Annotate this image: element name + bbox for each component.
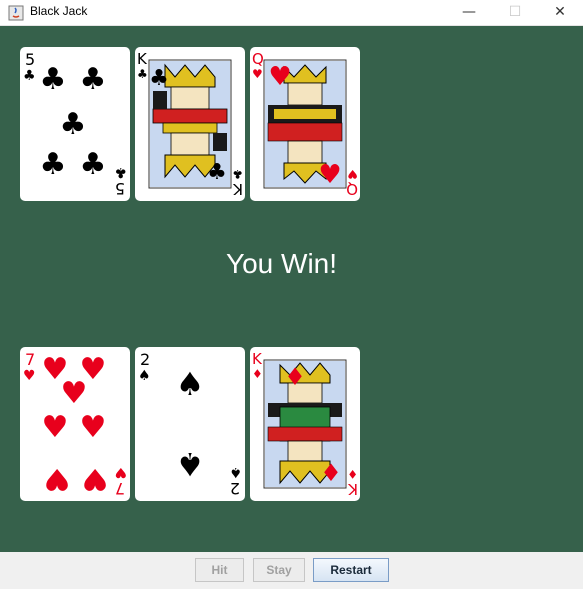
close-button[interactable]: ✕ — [537, 0, 583, 26]
club-icon: ♣ — [137, 67, 148, 81]
card-rank: 5 — [25, 50, 35, 69]
minimize-button[interactable]: — — [446, 0, 492, 26]
player-card-1: 7 ♥ ♥ ♥ ♥ ♥ ♥ ♥ ♥ 7 ♥ — [20, 347, 130, 501]
heart-icon: ♥ — [80, 410, 107, 445]
card-rank: K — [347, 480, 358, 498]
card-rank: 2 — [230, 479, 240, 498]
dealer-card-2: K ♣ ♣ ♣ K ♣ — [135, 47, 245, 201]
club-icon: ♣ — [114, 164, 127, 180]
spade-icon: ♠ — [138, 368, 151, 384]
card-rank: K — [137, 50, 148, 68]
club-icon: ♣ — [80, 147, 107, 182]
dealer-card-3: Q ♥ ♥ ♥ Q ♥ — [250, 47, 360, 201]
card-rank: K — [232, 180, 243, 198]
card-rank: 7 — [115, 479, 125, 498]
spade-icon: ♠ — [229, 464, 242, 480]
heart-icon: ♥ — [82, 461, 109, 496]
heart-icon: ♥ — [114, 464, 127, 480]
diamond-icon: ♦ — [347, 467, 358, 481]
heart-icon: ♥ — [252, 67, 263, 81]
game-result-message: You Win! — [225, 248, 338, 279]
hit-button[interactable]: Hit — [195, 558, 244, 582]
spade-icon: ♠ — [176, 365, 205, 403]
card-rank: K — [252, 350, 263, 368]
window-title: Black Jack — [30, 4, 88, 18]
club-icon: ♣ — [23, 68, 36, 84]
heart-icon: ♥ — [61, 376, 88, 411]
card-rank: 2 — [140, 350, 150, 369]
heart-icon: ♥ — [268, 62, 291, 92]
heart-icon: ♥ — [42, 410, 69, 445]
title-bar: Black Jack — ☐ ✕ — [0, 0, 583, 26]
restart-button[interactable]: Restart — [313, 558, 389, 582]
club-icon: ♣ — [60, 107, 87, 142]
heart-icon: ♥ — [318, 160, 341, 190]
maximize-button[interactable]: ☐ — [492, 0, 538, 26]
heart-icon: ♥ — [347, 167, 358, 181]
card-rank: Q — [252, 50, 264, 68]
game-table: 5 ♣ ♣ ♣ ♣ ♣ ♣ 5 ♣ K ♣ ♣ ♣ K ♣ Q ♥ ♥ ♥ Q … — [0, 26, 583, 552]
card-rank: Q — [346, 180, 358, 198]
club-icon: ♣ — [40, 147, 67, 182]
club-icon: ♣ — [80, 62, 107, 97]
dealer-card-1: 5 ♣ ♣ ♣ ♣ ♣ ♣ 5 ♣ — [20, 47, 130, 201]
card-rank: 5 — [115, 179, 125, 198]
java-app-icon — [8, 5, 24, 21]
diamond-icon: ♦ — [252, 367, 263, 381]
heart-icon: ♥ — [44, 461, 71, 496]
diamond-icon: ♦ — [284, 363, 306, 391]
player-card-3: K ♦ ♦ ♦ K ♦ — [250, 347, 360, 501]
stay-button[interactable]: Stay — [253, 558, 305, 582]
button-panel: Hit Stay Restart — [0, 552, 583, 589]
club-icon: ♣ — [40, 62, 67, 97]
club-icon: ♣ — [232, 167, 243, 181]
club-icon: ♣ — [149, 66, 169, 91]
player-card-2: 2 ♠ ♠ ♠ 2 ♠ — [135, 347, 245, 501]
diamond-icon: ♦ — [320, 459, 342, 487]
card-rank: 7 — [25, 350, 35, 369]
spade-icon: ♠ — [176, 445, 205, 483]
club-icon: ♣ — [207, 160, 227, 185]
heart-icon: ♥ — [23, 368, 36, 384]
